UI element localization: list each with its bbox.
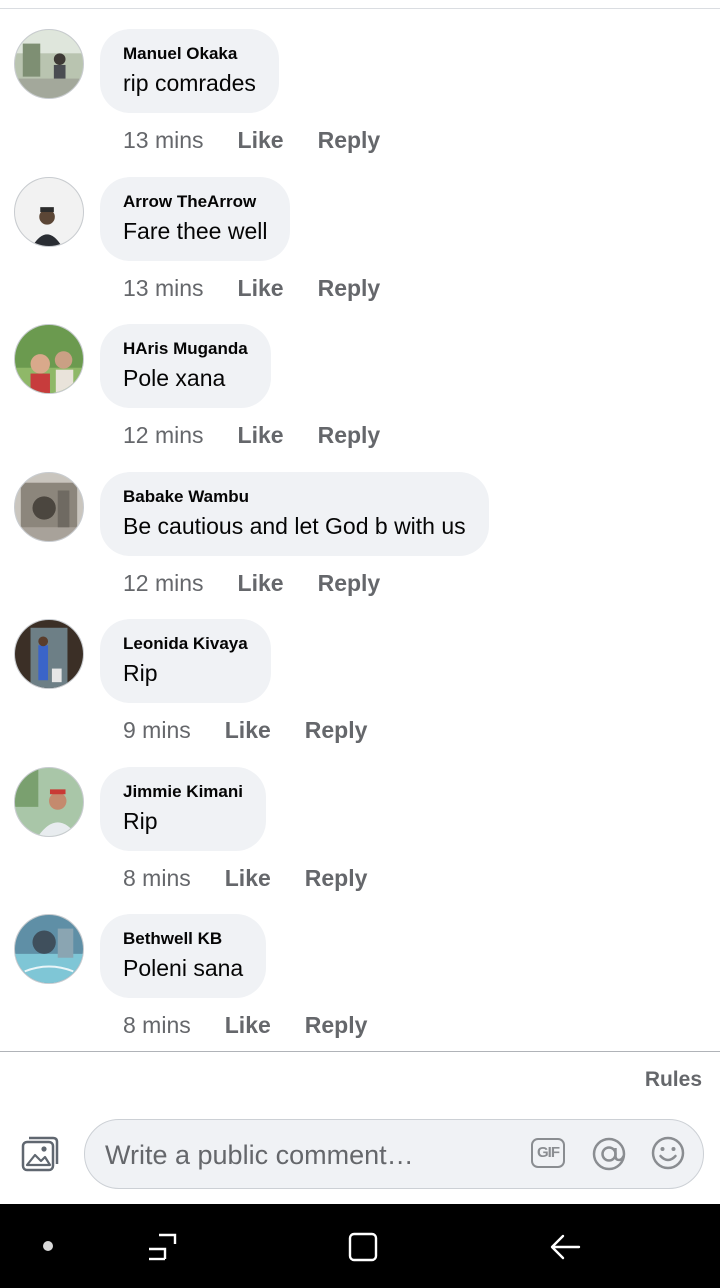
like-button[interactable]: Like — [238, 422, 284, 449]
comment-time[interactable]: 13 mins — [123, 275, 204, 302]
like-button[interactable]: Like — [225, 1012, 271, 1039]
reply-button[interactable]: Reply — [318, 570, 381, 597]
avatar[interactable] — [14, 619, 84, 689]
avatar[interactable] — [14, 324, 84, 394]
comment-actions: 8 mins Like Reply — [123, 863, 367, 893]
comment-list[interactable]: Manuel Okaka rip comrades 13 mins Like R… — [0, 0, 720, 1052]
comment-bubble[interactable]: Bethwell KB Poleni sana — [100, 914, 267, 998]
emoji-icon[interactable] — [651, 1136, 685, 1170]
comment-actions: 13 mins Like Reply — [123, 273, 380, 303]
comment-actions: 8 mins Like Reply — [123, 1010, 367, 1040]
comment: Manuel Okaka rip comrades 13 mins Like R… — [0, 29, 720, 177]
comment: Leonida Kivaya Rip 9 mins Like Reply — [0, 619, 720, 767]
back-icon[interactable] — [549, 1233, 581, 1261]
comment-author[interactable]: Arrow TheArrow — [123, 192, 267, 212]
comment-text: Fare thee well — [123, 218, 268, 244]
comment-actions: 9 mins Like Reply — [123, 715, 367, 745]
comment-time[interactable]: 13 mins — [123, 127, 204, 154]
comment-time[interactable]: 12 mins — [123, 422, 204, 449]
reply-button[interactable]: Reply — [305, 717, 368, 744]
comment-bubble[interactable]: Leonida Kivaya Rip — [100, 619, 271, 703]
comment-actions: 13 mins Like Reply — [123, 125, 380, 155]
comment-input[interactable] — [103, 1134, 507, 1176]
gif-icon[interactable]: GIF — [531, 1138, 565, 1168]
dot-icon[interactable] — [43, 1241, 53, 1251]
comment-author[interactable]: HAris Muganda — [123, 339, 248, 359]
comment-text: Pole xana — [123, 365, 226, 391]
comment-time[interactable]: 8 mins — [123, 1012, 191, 1039]
comment: Arrow TheArrow Fare thee well 13 mins Li… — [0, 177, 720, 325]
like-button[interactable]: Like — [238, 570, 284, 597]
comment-author[interactable]: Manuel Okaka — [123, 44, 256, 64]
comment-bubble[interactable]: Manuel Okaka rip comrades — [100, 29, 279, 113]
reply-button[interactable]: Reply — [318, 422, 381, 449]
like-button[interactable]: Like — [225, 865, 271, 892]
comment-text: rip comrades — [123, 70, 256, 96]
comment-time[interactable]: 12 mins — [123, 570, 204, 597]
like-button[interactable]: Like — [238, 127, 284, 154]
comment-time[interactable]: 8 mins — [123, 865, 191, 892]
reply-button[interactable]: Reply — [305, 1012, 368, 1039]
comment-actions: 12 mins Like Reply — [123, 568, 380, 598]
recent-apps-icon[interactable] — [146, 1232, 178, 1262]
comment: Babake Wambu Be cautious and let God b w… — [0, 472, 720, 620]
rules-link[interactable]: Rules — [645, 1068, 702, 1092]
comment-text: Be cautious and let God b with us — [123, 513, 466, 539]
comment-author[interactable]: Babake Wambu — [123, 487, 466, 507]
avatar[interactable] — [14, 177, 84, 247]
comment-bubble[interactable]: Arrow TheArrow Fare thee well — [100, 177, 291, 261]
comment-text: Rip — [123, 660, 158, 686]
comment-text: Rip — [123, 808, 158, 834]
comment-author[interactable]: Leonida Kivaya — [123, 634, 248, 654]
system-nav-bar — [0, 1204, 720, 1288]
composer-divider — [0, 1051, 720, 1052]
comment-actions: 12 mins Like Reply — [123, 420, 380, 450]
comment-time[interactable]: 9 mins — [123, 717, 191, 744]
comment-author[interactable]: Jimmie Kimani — [123, 782, 243, 802]
comment-text: Poleni sana — [123, 955, 244, 981]
comment-bubble[interactable]: HAris Muganda Pole xana — [100, 324, 271, 408]
comment: Bethwell KB Poleni sana 8 mins Like Repl… — [0, 914, 720, 1052]
avatar[interactable] — [14, 29, 84, 99]
comment-bubble[interactable]: Jimmie Kimani Rip — [100, 767, 266, 851]
photo-icon[interactable] — [20, 1134, 60, 1174]
avatar[interactable] — [14, 767, 84, 837]
comment-bubble[interactable]: Babake Wambu Be cautious and let God b w… — [100, 472, 489, 556]
avatar[interactable] — [14, 914, 84, 984]
comment-composer[interactable]: GIF — [84, 1119, 704, 1189]
reply-button[interactable]: Reply — [318, 127, 381, 154]
comment: Jimmie Kimani Rip 8 mins Like Reply — [0, 767, 720, 915]
like-button[interactable]: Like — [225, 717, 271, 744]
reply-button[interactable]: Reply — [305, 865, 368, 892]
comment: HAris Muganda Pole xana 12 mins Like Rep… — [0, 324, 720, 472]
avatar[interactable] — [14, 472, 84, 542]
at-mention-icon[interactable] — [591, 1136, 627, 1172]
comment-author[interactable]: Bethwell KB — [123, 929, 243, 949]
like-button[interactable]: Like — [238, 275, 284, 302]
reply-button[interactable]: Reply — [318, 275, 381, 302]
home-icon[interactable] — [347, 1231, 379, 1263]
